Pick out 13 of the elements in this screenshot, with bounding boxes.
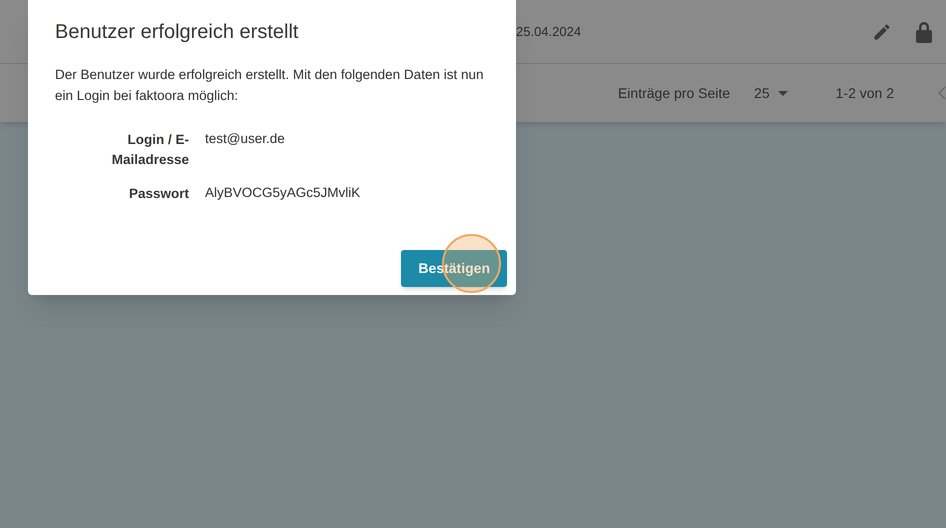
page-size-select[interactable]: 25 bbox=[754, 82, 788, 104]
field-label: Login / E-Mailadresse bbox=[110, 131, 189, 169]
field-value: AlyBVOCG5yAGc5JMvliK bbox=[205, 184, 362, 202]
field-label: Passwort bbox=[128, 185, 189, 203]
field-value: test@user.de bbox=[205, 130, 286, 148]
page-range: 1-2 von 2 bbox=[836, 84, 894, 102]
dialog-title: Benutzer erfolgreich erstellt bbox=[55, 20, 300, 45]
lock-icon[interactable] bbox=[914, 20, 934, 44]
caret-icon bbox=[778, 90, 788, 96]
pencil-icon[interactable] bbox=[872, 22, 892, 42]
paginator-label: Einträge pro Seite bbox=[618, 84, 730, 103]
table-cell-text: 25.04.2024 bbox=[516, 22, 582, 41]
dialog-message: Der Benutzer wurde erfolgreich erstellt. Mit den folgenden Daten ist nun ein Login bei faktoora möglich: bbox=[55, 66, 484, 105]
